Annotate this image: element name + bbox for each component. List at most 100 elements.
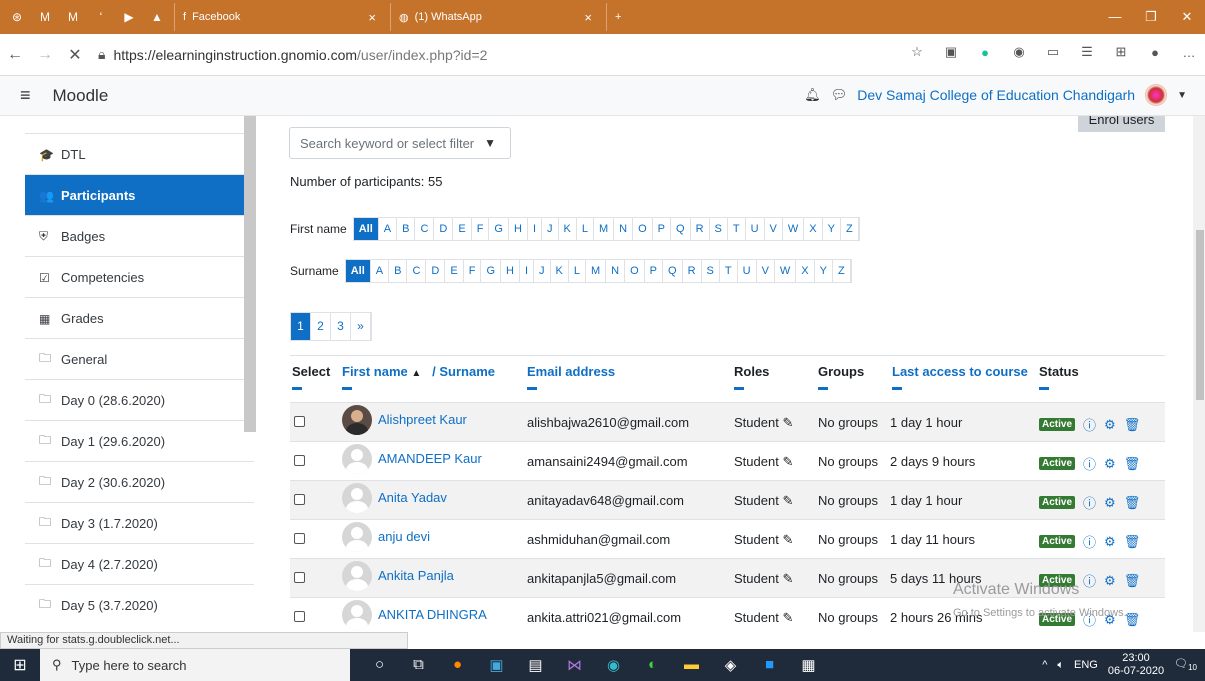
col-surname[interactable]: / Surname: [432, 364, 495, 379]
trash-icon[interactable]: 🗑︎: [1124, 417, 1141, 433]
participant-name-link[interactable]: Anita Yadav: [378, 490, 447, 505]
avatar[interactable]: [342, 522, 372, 552]
clock[interactable]: 23:00 06-07-2020: [1108, 652, 1164, 678]
sidebar-item-day-1-29-6-2020[interactable]: 🗀 Day 1 (29.6.2020): [25, 420, 254, 462]
select-checkbox[interactable]: [294, 494, 305, 505]
select-checkbox[interactable]: [294, 416, 305, 427]
letter-filter-m[interactable]: M: [594, 218, 615, 240]
participant-name-link[interactable]: Alishpreet Kaur: [378, 412, 467, 427]
sidebar-item-participants[interactable]: 👥 Participants: [25, 174, 254, 216]
task-view-icon[interactable]: ⧉: [399, 656, 438, 674]
menu-icon[interactable]: ≡: [20, 85, 31, 106]
url-field[interactable]: 🔒︎ https://elearninginstruction.gnomio.c…: [98, 46, 487, 63]
participant-name-link[interactable]: Ankita Panjla: [378, 568, 454, 583]
search-filter-input[interactable]: Search keyword or select filter ▼: [289, 127, 511, 159]
gear-icon[interactable]: ⚙: [1104, 573, 1116, 589]
gmail-tab-icon[interactable]: M: [62, 6, 84, 28]
letter-filter-v[interactable]: V: [765, 218, 783, 240]
letter-filter-p[interactable]: P: [645, 260, 664, 282]
minimize-icon[interactable]: —: [1097, 0, 1133, 34]
page-scrollbar-thumb[interactable]: [1196, 230, 1204, 400]
info-icon[interactable]: ⓘ: [1083, 454, 1096, 473]
letter-filter-x[interactable]: X: [804, 218, 823, 240]
letter-filter-s[interactable]: S: [710, 218, 728, 240]
letter-filter-y[interactable]: Y: [815, 260, 833, 282]
pencil-icon[interactable]: ✎: [782, 493, 793, 508]
col-email[interactable]: Email address: [527, 364, 615, 390]
letter-filter-t[interactable]: T: [728, 218, 746, 240]
info-icon[interactable]: ⓘ: [1083, 415, 1096, 434]
notification-icon[interactable]: 🗨︎10: [1174, 657, 1197, 672]
avatar[interactable]: [1145, 84, 1168, 106]
col-firstname[interactable]: First name ▲ / Surname: [342, 364, 495, 390]
edge-icon[interactable]: ◉: [594, 656, 633, 674]
avatar[interactable]: [342, 444, 372, 474]
participant-name-link[interactable]: ANKITA DHINGRA: [378, 607, 487, 622]
visual-studio-icon[interactable]: ⋈: [555, 656, 594, 674]
zoom-icon[interactable]: ■: [750, 656, 789, 674]
letter-filter-k[interactable]: K: [551, 260, 569, 282]
stop-icon[interactable]: ✕: [60, 45, 90, 65]
next-page-button[interactable]: »: [351, 313, 371, 340]
letter-filter-i[interactable]: I: [528, 218, 542, 240]
chevron-up-icon[interactable]: ^: [1042, 659, 1047, 671]
info-icon[interactable]: ⓘ: [1083, 493, 1096, 512]
firefox-icon[interactable]: ●: [438, 656, 477, 674]
close-window-icon[interactable]: ✕: [1169, 0, 1205, 34]
letter-filter-k[interactable]: K: [559, 218, 577, 240]
letter-filter-all[interactable]: All: [353, 218, 379, 240]
avatar[interactable]: [342, 600, 372, 630]
trash-icon[interactable]: 🗑︎: [1124, 573, 1141, 589]
letter-filter-all[interactable]: All: [345, 260, 371, 282]
sidebar-scrollbar[interactable]: [244, 116, 256, 432]
pencil-icon[interactable]: ✎: [782, 415, 793, 430]
participant-name-link[interactable]: anju devi: [378, 529, 430, 544]
select-checkbox[interactable]: [294, 572, 305, 583]
letter-filter-n[interactable]: N: [606, 260, 626, 282]
caret-down-icon[interactable]: ▼: [1177, 90, 1187, 101]
profile-icon[interactable]: ●: [1145, 42, 1165, 62]
letter-filter-r[interactable]: R: [683, 260, 702, 282]
gear-icon[interactable]: ⚙: [1104, 534, 1116, 550]
letter-filter-u[interactable]: U: [738, 260, 757, 282]
close-tab-icon[interactable]: ×: [584, 10, 592, 25]
pencil-icon[interactable]: ✎: [782, 610, 793, 625]
sidebar-item-day-0-28-6-2020[interactable]: 🗀 Day 0 (28.6.2020): [25, 379, 254, 421]
letter-filter-f[interactable]: F: [472, 218, 490, 240]
letter-filter-e[interactable]: E: [445, 260, 464, 282]
letter-filter-u[interactable]: U: [746, 218, 765, 240]
letter-filter-g[interactable]: G: [481, 260, 501, 282]
close-tab-icon[interactable]: ×: [368, 10, 376, 25]
collections-icon[interactable]: ⊞: [1111, 42, 1131, 62]
letter-filter-m[interactable]: M: [586, 260, 607, 282]
info-icon[interactable]: ⓘ: [1083, 571, 1096, 590]
store-icon[interactable]: ▤: [516, 656, 555, 674]
page-button[interactable]: 2: [311, 313, 331, 340]
letter-filter-h[interactable]: H: [501, 260, 520, 282]
forward-icon[interactable]: →: [30, 46, 60, 64]
letter-filter-c[interactable]: C: [407, 260, 427, 282]
grammarly-icon[interactable]: ●: [975, 42, 995, 62]
browser-extension-icon[interactable]: ⊛: [6, 6, 28, 28]
app-icon[interactable]: ◈: [711, 656, 750, 674]
pencil-icon[interactable]: ✎: [782, 532, 793, 547]
letter-filter-q[interactable]: Q: [663, 260, 683, 282]
letter-filter-j[interactable]: J: [542, 218, 559, 240]
file-explorer-icon[interactable]: ▬: [672, 656, 711, 674]
user-name[interactable]: Dev Samaj College of Education Chandigar…: [857, 87, 1135, 103]
pencil-icon[interactable]: ✎: [782, 454, 793, 469]
letter-filter-a[interactable]: A: [371, 260, 390, 282]
letter-filter-s[interactable]: S: [702, 260, 720, 282]
letter-filter-g[interactable]: G: [489, 218, 509, 240]
letter-filter-n[interactable]: N: [614, 218, 634, 240]
sidebar-item-day-4-2-7-2020[interactable]: 🗀 Day 4 (2.7.2020): [25, 543, 254, 585]
participant-name-link[interactable]: AMANDEEP Kaur: [378, 451, 482, 466]
sidebar-item-day-3-1-7-2020[interactable]: 🗀 Day 3 (1.7.2020): [25, 502, 254, 544]
gear-icon[interactable]: ⚙: [1104, 456, 1116, 472]
letter-filter-t[interactable]: T: [720, 260, 738, 282]
bell-icon[interactable]: 🔔︎: [804, 87, 821, 103]
letter-filter-q[interactable]: Q: [671, 218, 691, 240]
pencil-icon[interactable]: ✎: [782, 571, 793, 586]
restore-icon[interactable]: ❐: [1133, 0, 1169, 34]
letter-filter-x[interactable]: X: [796, 260, 815, 282]
